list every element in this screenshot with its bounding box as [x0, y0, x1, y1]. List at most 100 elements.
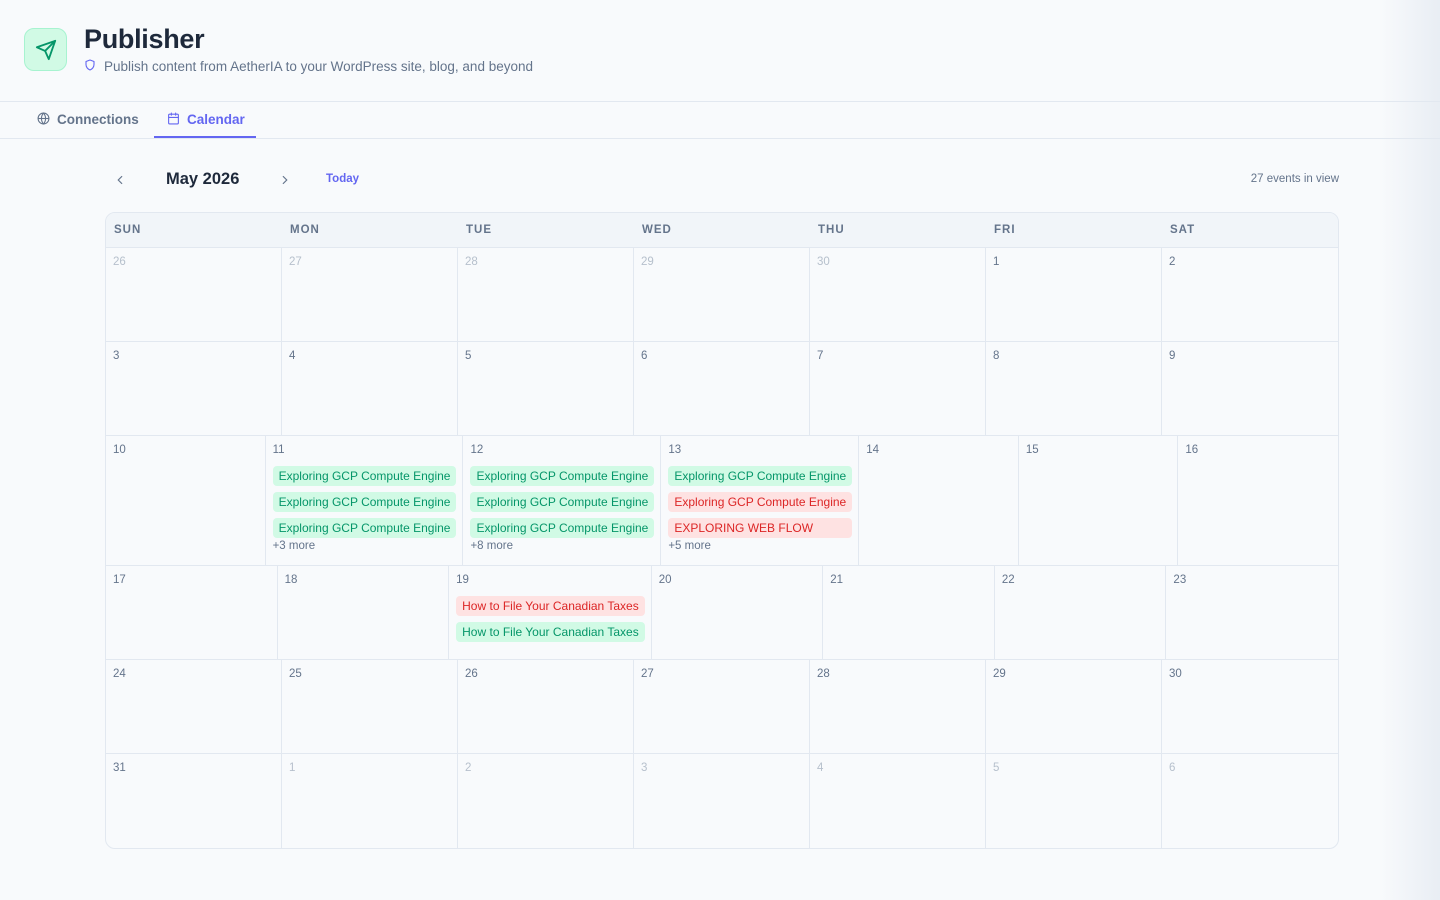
day-number: 5	[993, 762, 1000, 774]
calendar-day-cell[interactable]: 31	[106, 754, 282, 848]
calendar-weeks: 26 27 28 29 30 1 2 3 4 5 6 7 8 9 10 11 Exploring GCP Com…	[106, 248, 1338, 848]
day-number: 3	[113, 350, 120, 362]
calendar-day-cell[interactable]: 22	[995, 566, 1167, 659]
day-number: 20	[658, 574, 672, 586]
calendar-event-chip[interactable]: How to File Your Canadian Taxes	[456, 596, 645, 616]
calendar-day-cell[interactable]: 8	[986, 342, 1162, 435]
day-number: 27	[289, 256, 302, 268]
calendar-day-cell[interactable]: 29	[986, 660, 1162, 753]
calendar-day-cell[interactable]: 20	[652, 566, 824, 659]
weekday-header: SUN MON TUE WED THU FRI SAT	[106, 213, 1338, 248]
calendar-day-cell[interactable]: 10	[106, 436, 266, 565]
weekday-label: FRI	[994, 224, 1016, 236]
day-number: 7	[817, 350, 824, 362]
day-number: 28	[817, 668, 830, 680]
day-number: 26	[113, 256, 126, 268]
calendar-day-cell[interactable]: 2	[458, 754, 634, 848]
calendar-day-cell[interactable]: 29	[634, 248, 810, 341]
day-number: 2	[465, 762, 472, 774]
day-number: 30	[1169, 668, 1182, 680]
weekday-label: WED	[642, 224, 672, 236]
page-title: Publisher	[84, 24, 205, 54]
calendar-day-cell[interactable]: 18	[278, 566, 450, 659]
calendar-day-cell[interactable]: 11 Exploring GCP Compute Engine Exploring …	[266, 436, 464, 565]
calendar-event-chip[interactable]: How to File Your Canadian Taxes	[456, 622, 645, 642]
calendar-day-cell[interactable]: 30	[810, 248, 986, 341]
calendar-day-cell[interactable]: 26	[106, 248, 282, 341]
calendar-week-row: 10 11 Exploring GCP Compute Engine Explorin…	[106, 436, 1338, 566]
calendar-day-cell[interactable]: 6	[634, 342, 810, 435]
calendar-day-cell[interactable]: 2	[1162, 248, 1338, 341]
calendar-event-chip[interactable]: EXPLORING WEB FLOW	[668, 518, 853, 538]
tab-bar: Connections Calendar	[0, 102, 1440, 139]
day-number: 24	[113, 668, 126, 680]
day-number: 14	[866, 444, 880, 456]
calendar-event-chip[interactable]: Exploring GCP Compute Engine	[470, 466, 655, 486]
tab-calendar[interactable]: Calendar	[167, 102, 245, 139]
previous-month-button[interactable]	[108, 168, 132, 192]
weekday-label: SUN	[114, 224, 142, 236]
calendar-day-cell[interactable]: 17	[106, 566, 278, 659]
calendar-day-cell[interactable]: 19 How to File Your Canadian Taxes How to …	[449, 566, 652, 659]
day-number: 27	[641, 668, 654, 680]
calendar-day-cell[interactable]: 27	[282, 248, 458, 341]
weekday-label: SAT	[1170, 224, 1196, 236]
calendar-day-cell[interactable]: 21	[823, 566, 995, 659]
day-number: 6	[641, 350, 648, 362]
calendar-day-cell[interactable]: 3	[634, 754, 810, 848]
day-number: 23	[1173, 574, 1187, 586]
calendar-day-cell[interactable]: 16	[1178, 436, 1338, 565]
day-number: 17	[113, 574, 126, 586]
tab-connections[interactable]: Connections	[37, 102, 139, 139]
calendar-day-cell[interactable]: 9	[1162, 342, 1338, 435]
calendar-day-cell[interactable]: 6	[1162, 754, 1338, 848]
chevron-left-icon	[117, 175, 123, 185]
calendar-day-cell[interactable]: 30	[1162, 660, 1338, 753]
day-number: 8	[993, 350, 1000, 362]
calendar-day-cell[interactable]: 13 Exploring GCP Compute Engine Exploring …	[661, 436, 860, 565]
more-events-link[interactable]: +3 more	[273, 540, 457, 552]
calendar-day-cell[interactable]: 4	[282, 342, 458, 435]
calendar-event-chip[interactable]: Exploring GCP Compute Engine	[272, 466, 457, 486]
calendar-day-cell[interactable]: 24	[106, 660, 282, 753]
month-calendar: SUN MON TUE WED THU FRI SAT 26 27 28 29 30 1 2 3 4 5 6 7 8…	[105, 212, 1339, 849]
calendar-event-chip[interactable]: Exploring GCP Compute Engine	[470, 492, 655, 512]
calendar-day-cell[interactable]: 14	[859, 436, 1019, 565]
day-number: 22	[1001, 574, 1015, 586]
calendar-day-cell[interactable]: 12 Exploring GCP Compute Engine Exploring …	[463, 436, 662, 565]
calendar-day-cell[interactable]: 5	[458, 342, 634, 435]
calendar-day-cell[interactable]: 1	[282, 754, 458, 848]
calendar-day-cell[interactable]: 15	[1019, 436, 1179, 565]
calendar-day-cell[interactable]: 25	[282, 660, 458, 753]
tab-connections-label: Connections	[57, 112, 139, 127]
page-subtitle: Publish content from AetherIA to your Wo…	[84, 59, 533, 74]
calendar-event-chip[interactable]: Exploring GCP Compute Engine	[272, 492, 457, 512]
page-header: Publisher Publish content from AetherIA …	[0, 0, 1440, 102]
calendar-event-chip[interactable]: Exploring GCP Compute Engine	[272, 518, 457, 538]
event-count: 27 events in view	[1250, 173, 1339, 185]
day-number: 29	[993, 668, 1006, 680]
more-events-link[interactable]: +5 more	[668, 540, 852, 552]
calendar-day-cell[interactable]: 1	[986, 248, 1162, 341]
active-tab-indicator	[154, 136, 256, 138]
paper-plane-logo-icon	[24, 28, 67, 71]
calendar-event-chip[interactable]: Exploring GCP Compute Engine	[668, 466, 853, 486]
calendar-day-cell[interactable]: 27	[634, 660, 810, 753]
calendar-day-cell[interactable]: 28	[458, 248, 634, 341]
calendar-event-chip[interactable]: Exploring GCP Compute Engine	[668, 492, 853, 512]
globe-icon	[37, 111, 50, 128]
calendar-day-cell[interactable]: 5	[986, 754, 1162, 848]
day-events: Exploring GCP Compute Engine Exploring GC…	[668, 466, 853, 552]
today-button[interactable]: Today	[326, 173, 359, 185]
calendar-day-cell[interactable]: 4	[810, 754, 986, 848]
calendar-day-cell[interactable]: 28	[810, 660, 986, 753]
calendar-event-chip[interactable]: Exploring GCP Compute Engine	[470, 518, 655, 538]
calendar-day-cell[interactable]: 26	[458, 660, 634, 753]
day-number: 2	[1169, 256, 1176, 268]
calendar-day-cell[interactable]: 23	[1166, 566, 1338, 659]
calendar-day-cell[interactable]: 3	[106, 342, 282, 435]
more-events-link[interactable]: +8 more	[470, 540, 654, 552]
calendar-day-cell[interactable]: 7	[810, 342, 986, 435]
next-month-button[interactable]	[273, 168, 297, 192]
day-number: 18	[284, 574, 298, 586]
